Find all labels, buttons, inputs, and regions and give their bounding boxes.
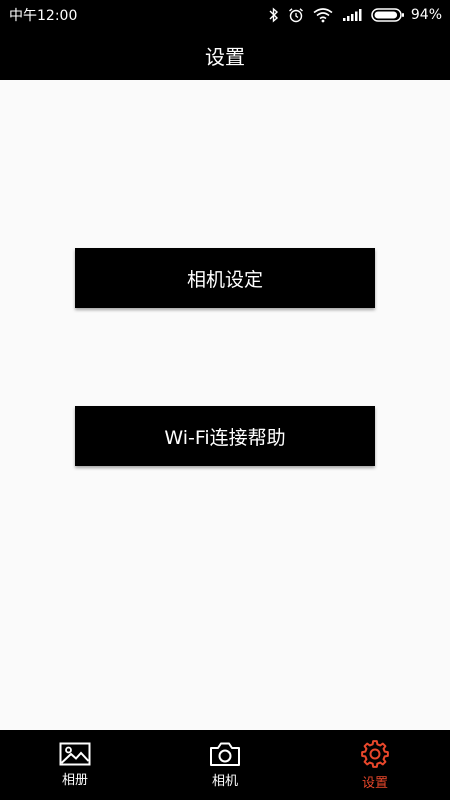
nav-label-gallery: 相册 bbox=[61, 773, 88, 788]
bluetooth-icon bbox=[269, 7, 279, 23]
screen: 中午12:00 94% 设置 相机设定 Wi-Fi连接帮助 相册 相机 设置 bbox=[0, 0, 450, 800]
title-bar: 设置 bbox=[0, 30, 450, 80]
settings-content: 相机设定 Wi-Fi连接帮助 bbox=[0, 80, 450, 730]
wifi-help-label: Wi-Fi连接帮助 bbox=[164, 426, 286, 449]
page-title: 设置 bbox=[205, 44, 245, 69]
nav-item-camera[interactable]: 相机 bbox=[150, 730, 300, 800]
camera-settings-button[interactable]: 相机设定 bbox=[75, 248, 375, 308]
camera-icon bbox=[209, 741, 241, 767]
gear-icon bbox=[360, 739, 390, 769]
nav-label-camera: 相机 bbox=[211, 774, 238, 789]
status-bar: 中午12:00 94% bbox=[0, 0, 450, 30]
nav-item-settings[interactable]: 设置 bbox=[300, 730, 450, 800]
wifi-icon bbox=[313, 7, 333, 23]
battery-percent: 94% bbox=[410, 7, 442, 23]
nav-label-settings: 设置 bbox=[361, 776, 388, 791]
battery: 94% bbox=[371, 7, 442, 23]
wifi-help-button[interactable]: Wi-Fi连接帮助 bbox=[75, 406, 375, 466]
alarm-icon bbox=[288, 7, 304, 23]
signal-icon bbox=[342, 8, 362, 22]
battery-icon bbox=[371, 7, 405, 23]
status-icons: 94% bbox=[269, 7, 442, 23]
status-time: 中午12:00 bbox=[9, 8, 78, 24]
camera-settings-label: 相机设定 bbox=[186, 268, 263, 291]
gallery-icon bbox=[59, 742, 91, 766]
bottom-nav: 相册 相机 设置 bbox=[0, 730, 450, 800]
nav-item-gallery[interactable]: 相册 bbox=[0, 730, 150, 800]
